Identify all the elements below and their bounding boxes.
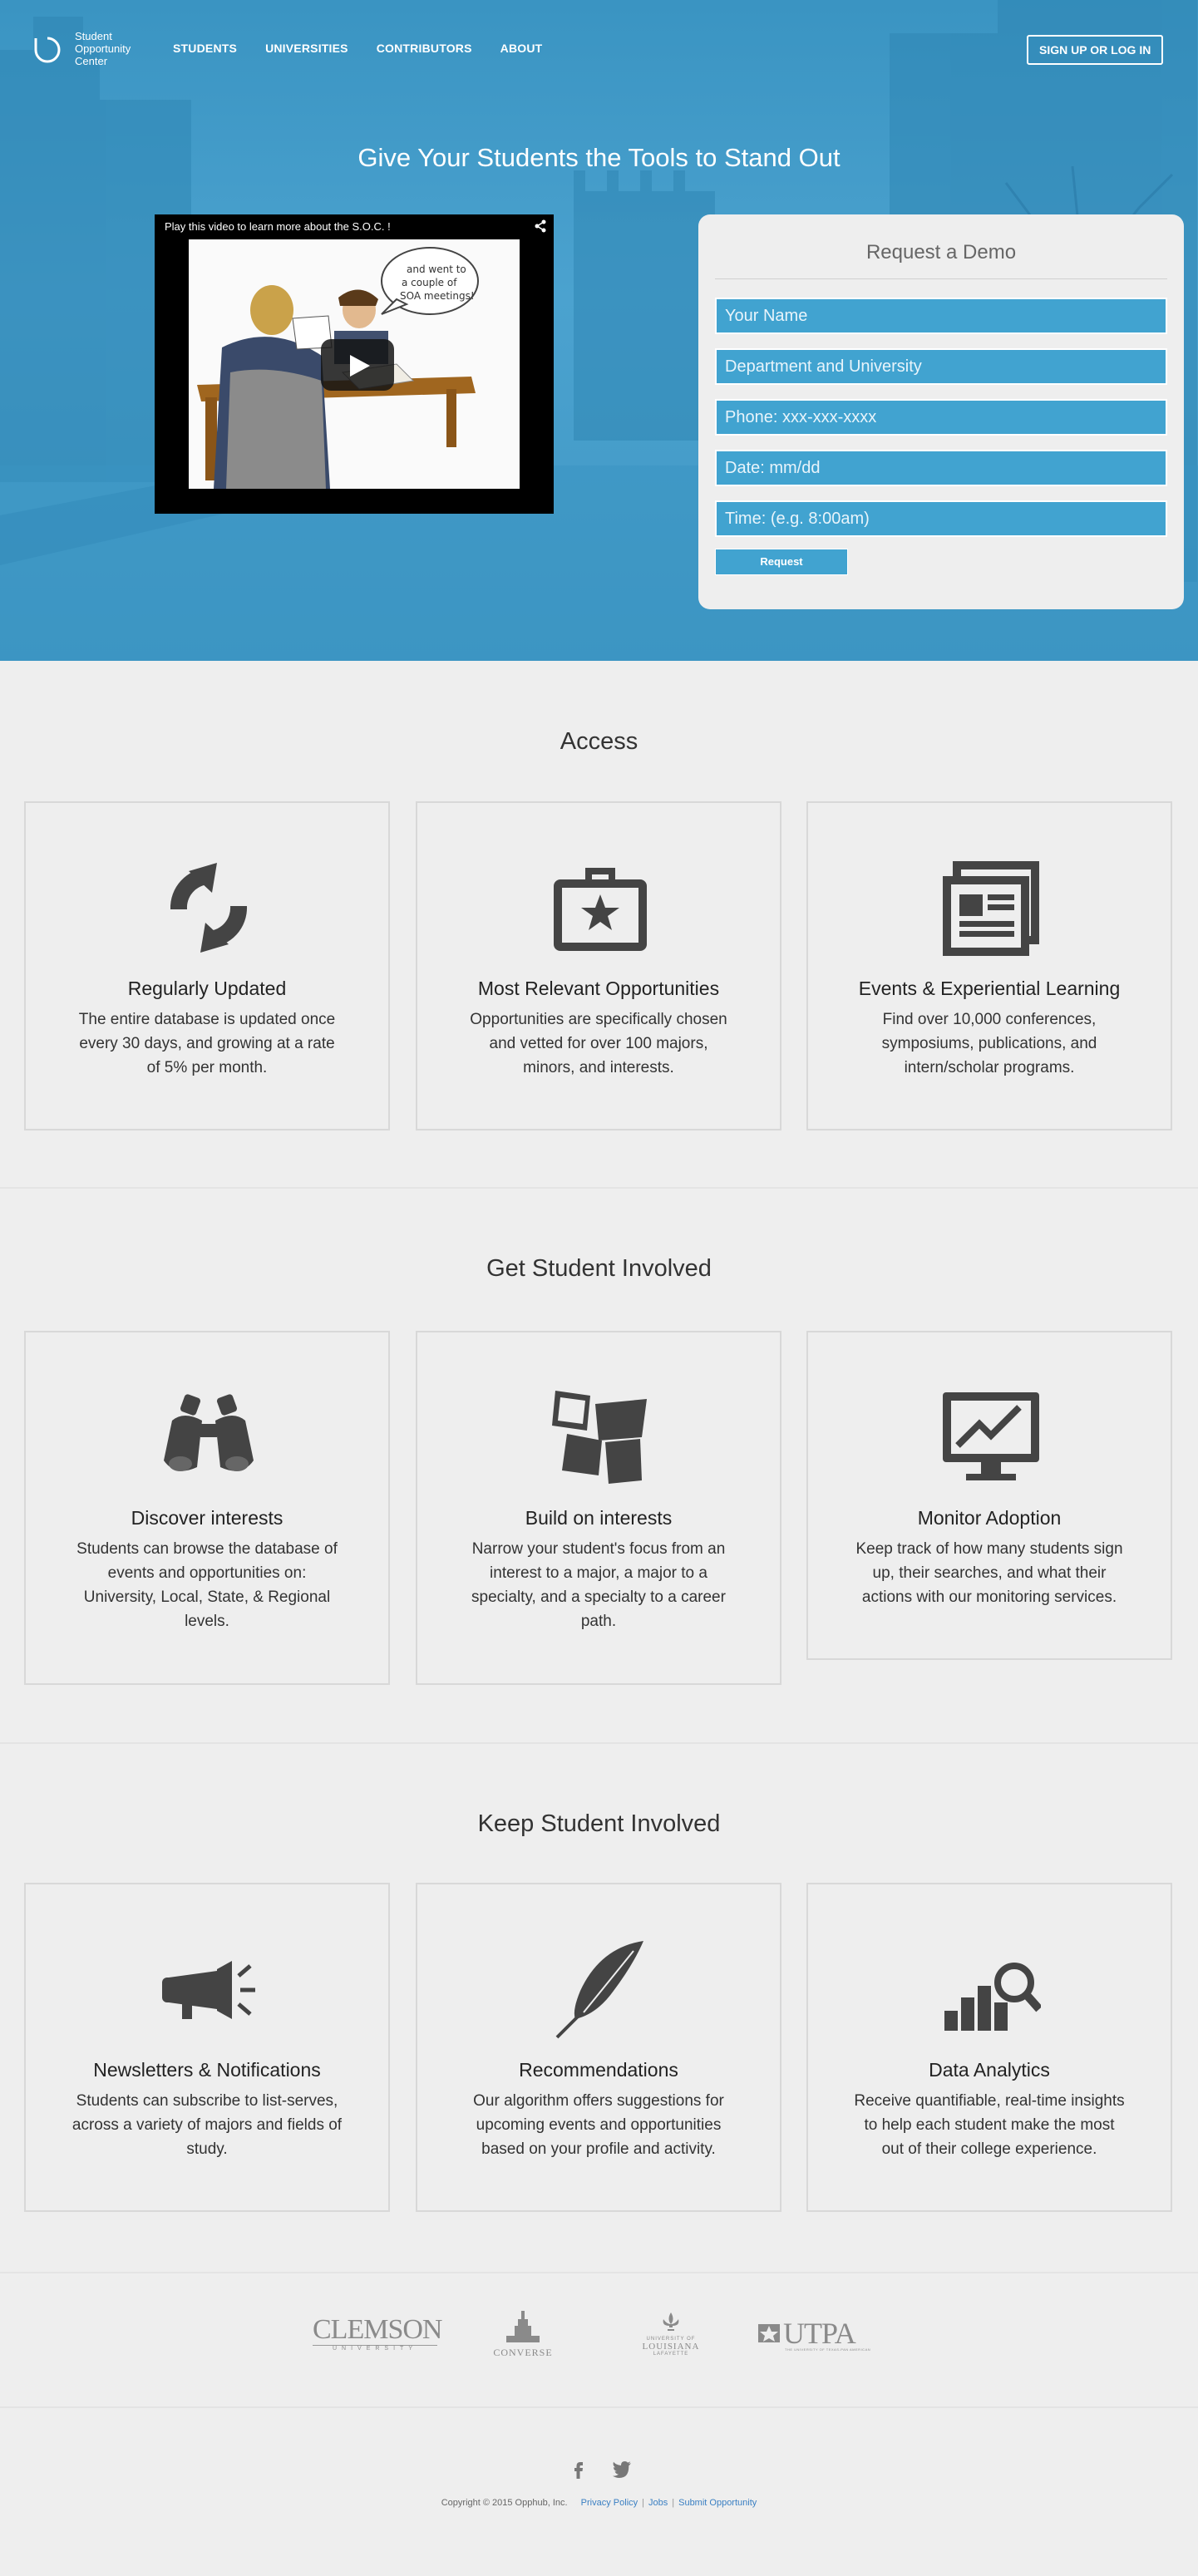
social-links [569,2459,655,2479]
refresh-icon [170,863,248,953]
card-description: Find over 10,000 conferences, symposiums,… [881,1011,1097,1076]
binoculars-icon [164,1394,254,1471]
brand-logo[interactable]: Student Opportunity Center [32,30,150,67]
involved-section-title: Get Student Involved [486,1255,712,1282]
hero-title: Give Your Students the Tools to Stand Ou… [357,143,841,172]
section-divider [0,2272,1198,2273]
card-events-learning: Events & Experiential Learning Find over… [806,801,1172,1130]
card-title: Most Relevant Opportunities [477,978,720,999]
card-title: Newsletters & Notifications [93,2059,321,2081]
card-title: Build on interests [525,1507,673,1529]
card-description: Students can browse the database of event… [76,1540,338,1630]
analytics-icon [944,1963,1041,2031]
link-separator: | [642,2498,644,2508]
megaphone-icon [162,1961,255,2019]
card-title: Recommendations [519,2059,678,2081]
hero-section: Student Opportunity Center STUDENTS UNIV… [0,0,1198,661]
card-description: Opportunities are specifically chosen and… [470,1011,727,1076]
briefcase-star-icon [554,868,647,951]
card-newsletters: Newsletters & Notifications Students can… [24,1883,390,2212]
department-university-input[interactable] [715,348,1167,385]
request-button[interactable]: Request [715,549,848,575]
keep-section-title: Keep Student Involved [477,1810,721,1837]
top-navbar: Student Opportunity Center STUDENTS UNIV… [0,0,1198,100]
brand-name: Student Opportunity Center [75,30,131,67]
card-build-interests: Build on interests Narrow your student's… [416,1331,781,1685]
request-demo-form: Request a Demo Request [698,214,1184,609]
twitter-icon[interactable] [612,2459,632,2479]
card-monitor-adoption: Monitor Adoption Keep track of how many … [806,1331,1172,1660]
access-section-title: Access [560,728,638,755]
section-divider [0,1187,1198,1189]
converse-tower-icon [506,2311,540,2342]
video-player[interactable]: Play this video to learn more about the … [155,214,554,514]
video-caption: Play this video to learn more about the … [165,220,391,233]
demo-form-title: Request a Demo [865,241,1017,264]
card-title: Events & Experiential Learning [858,978,1121,999]
section-divider [0,1742,1198,1744]
soc-logo-icon [34,37,61,62]
privacy-policy-link[interactable]: Privacy Policy [581,2498,638,2508]
section-divider [0,2406,1198,2408]
form-divider [715,278,1167,279]
clemson-logo: CLEMSON UNIVERSITY [313,2314,442,2352]
building-blocks-icon [552,1391,647,1484]
card-relevant-opportunities: Most Relevant Opportunities Opportunitie… [416,801,781,1130]
share-icon[interactable] [534,219,547,233]
card-title: Regularly Updated [127,978,287,999]
time-input[interactable] [715,500,1167,537]
bubble-line-1: and went to [407,264,466,275]
card-recommendations: Recommendations Our algorithm offers sug… [416,1883,781,2212]
nav-universities[interactable]: UNIVERSITIES [265,42,348,55]
fleur-de-lis-icon [663,2312,679,2331]
converse-logo: CONVERSE [486,2309,560,2359]
footer-bar: Copyright © 2015 Opphub, Inc. Privacy Po… [0,2498,1198,2508]
bubble-line-2: a couple of [402,277,457,288]
nav-students[interactable]: STUDENTS [173,42,237,55]
card-description: Narrow your student's focus from an inter… [471,1540,726,1630]
card-description: Keep track of how many students sign up, … [855,1540,1123,1606]
star-icon [758,2324,780,2342]
utpa-logo: UTPA THE UNIVERSITY OF TEXAS-PAN AMERICA… [758,2318,883,2352]
card-data-analytics: Data Analytics Receive quantifiable, rea… [806,1883,1172,2212]
nav-contributors[interactable]: CONTRIBUTORS [377,42,472,55]
card-title: Discover interests [131,1507,283,1529]
card-regularly-updated: Regularly Updated The entire database is… [24,801,390,1130]
bubble-line-3: SOA meetings! [400,290,475,302]
card-title: Data Analytics [929,2059,1050,2081]
date-input[interactable] [715,450,1167,486]
play-button-icon[interactable] [321,339,394,391]
submit-opportunity-link[interactable]: Submit Opportunity [678,2498,757,2508]
louisiana-lafayette-logo: UNIVERSITY OF LOUISIANA LAFAYETTE [634,2311,708,2357]
nav-links: STUDENTS UNIVERSITIES CONTRIBUTORS ABOUT [173,42,570,55]
nav-about[interactable]: ABOUT [500,42,543,55]
card-description: Receive quantifiable, real-time insights… [854,2092,1125,2158]
card-title: Monitor Adoption [917,1507,1062,1529]
signup-login-button[interactable]: SIGN UP OR LOG IN [1027,35,1164,65]
name-input[interactable] [715,298,1167,334]
card-description: Students can subscribe to list-serves, ac… [71,2092,343,2158]
quill-icon [555,1941,643,2039]
card-description: The entire database is updated once every… [78,1011,336,1076]
monitor-chart-icon [943,1392,1039,1480]
card-description: Our algorithm offers suggestions for upco… [473,2092,724,2158]
facebook-icon[interactable] [569,2459,589,2479]
copyright-text: Copyright © 2015 Opphub, Inc. [441,2498,568,2508]
jobs-link[interactable]: Jobs [648,2498,668,2508]
link-separator: | [672,2498,675,2508]
university-logos: CLEMSON UNIVERSITY CONVERSE UNIVERSITY O… [0,2304,1198,2381]
card-discover-interests: Discover interests Students can browse t… [24,1331,390,1685]
phone-input[interactable] [715,399,1167,436]
newspaper-icon [943,861,1039,956]
